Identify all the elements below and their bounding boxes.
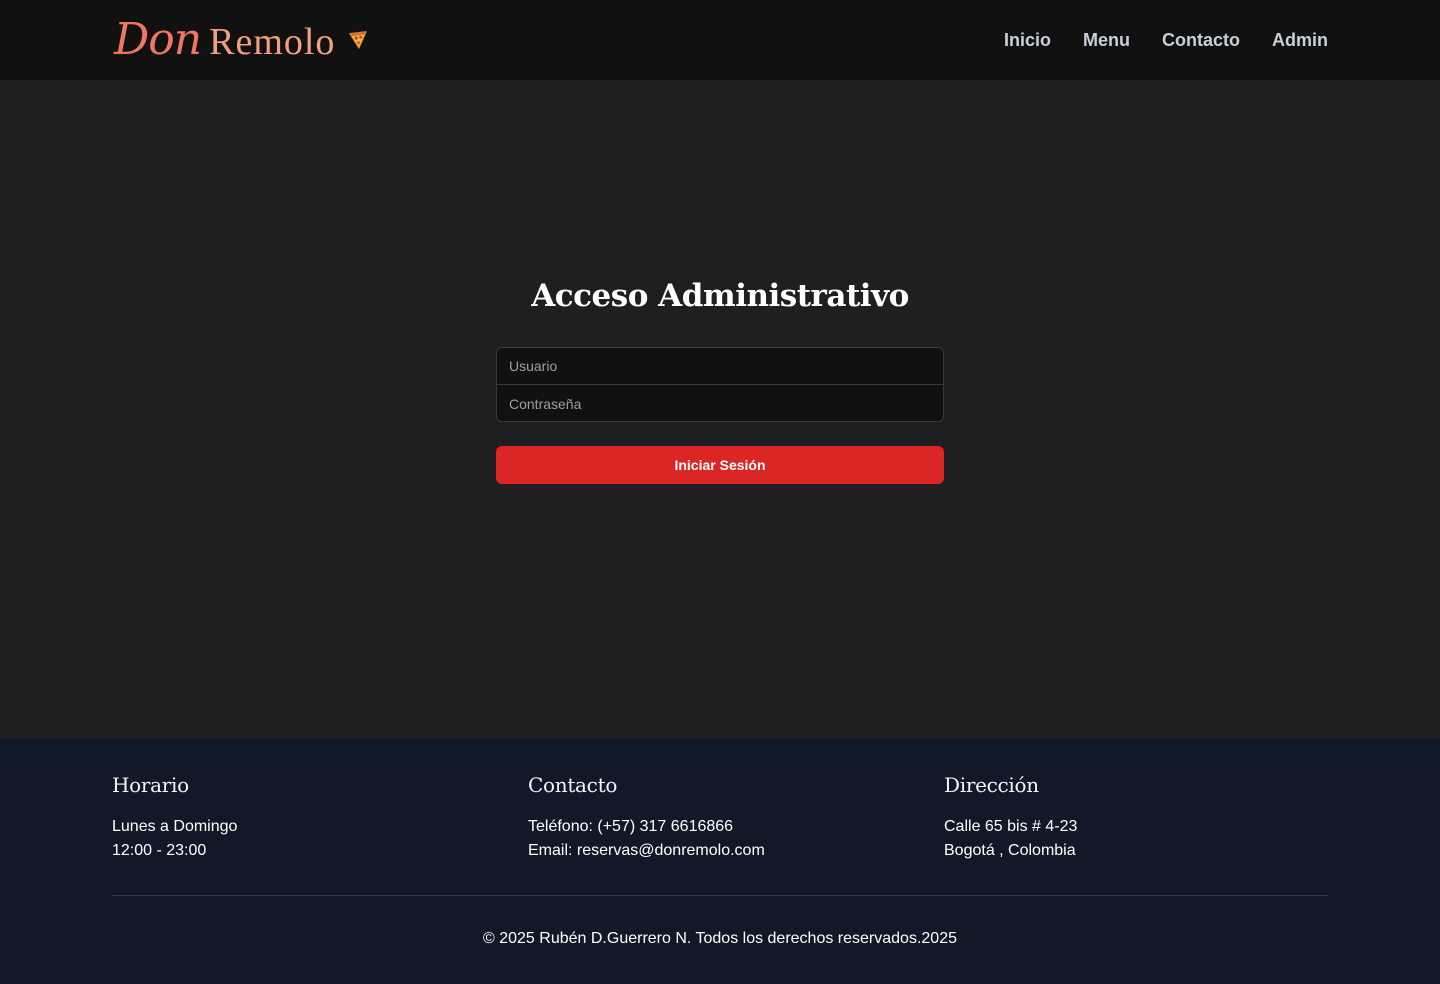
footer-copyright: © 2025 Rubén D.Guerrero N. Todos los der… [483, 930, 957, 947]
brand-name-remolo: Remolo [209, 21, 336, 63]
nav-item-inicio[interactable]: Inicio [1004, 30, 1051, 51]
username-input[interactable] [497, 348, 943, 385]
nav-item-admin[interactable]: Admin [1272, 30, 1328, 51]
main-nav: Inicio Menu Contacto Admin [1004, 0, 1328, 80]
footer-horario-hours: 12:00 - 23:00 [112, 842, 207, 859]
footer-contacto: Contacto Teléfono: (+57) 317 6616866 Ema… [528, 773, 765, 863]
footer-horario: Horario Lunes a Domingo 12:00 - 23:00 [112, 773, 237, 863]
site-header: Don Remolo Inicio Menu Contacto Admin [0, 0, 1440, 80]
login-form [496, 347, 944, 422]
brand-name-don: Don [114, 14, 202, 65]
pizza-icon [349, 31, 368, 49]
nav-item-contacto[interactable]: Contacto [1162, 30, 1240, 51]
main-content: Acceso Administrativo Iniciar Sesión [0, 80, 1440, 739]
footer-contacto-title: Contacto [528, 773, 618, 797]
footer-direccion-title: Dirección [944, 773, 1039, 797]
footer-phone: Teléfono: (+57) 317 6616866 [528, 818, 734, 835]
nav-item-menu[interactable]: Menu [1083, 30, 1130, 51]
footer-horario-days: Lunes a Domingo [112, 818, 238, 835]
footer-divider [112, 895, 1328, 896]
brand-logo[interactable]: Don Remolo [114, 14, 369, 65]
footer-email: Email: reservas@donremolo.com [528, 842, 765, 859]
login-button[interactable]: Iniciar Sesión [496, 446, 944, 484]
login-title: Acceso Administrativo [531, 278, 909, 314]
site-footer: Horario Lunes a Domingo 12:00 - 23:00 Co… [0, 739, 1440, 984]
footer-horario-title: Horario [112, 773, 189, 797]
password-input[interactable] [497, 385, 943, 421]
footer-direccion: Dirección Calle 65 bis # 4-23 Bogotá , C… [944, 773, 1077, 863]
footer-address-street: Calle 65 bis # 4-23 [944, 818, 1078, 835]
footer-address-city: Bogotá , Colombia [944, 842, 1076, 859]
